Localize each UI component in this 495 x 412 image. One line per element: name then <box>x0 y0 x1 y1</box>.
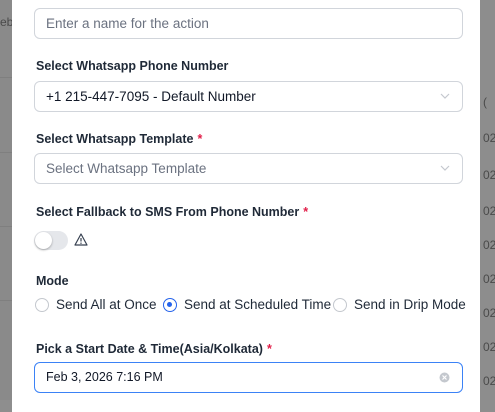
background-divider <box>0 152 12 153</box>
action-modal: Enter a name for the action Select Whats… <box>12 0 480 412</box>
background-text-fragment: 02 <box>483 272 495 286</box>
fallback-label: Select Fallback to SMS From Phone Number… <box>36 205 308 219</box>
start-datetime-label-text: Pick a Start Date & Time(Asia/Kolkata) <box>36 342 263 356</box>
background-text-fragment: 02 <box>483 168 495 182</box>
required-asterisk: * <box>197 132 203 146</box>
warning-triangle-icon[interactable] <box>74 233 88 246</box>
template-select[interactable]: Select Whatsapp Template <box>34 153 463 184</box>
background-text-fragment: 02 <box>483 340 495 354</box>
background-text-fragment: ( <box>483 95 487 109</box>
template-label: Select Whatsapp Template * <box>36 132 202 146</box>
phone-number-value: +1 215-447-7095 - Default Number <box>46 89 256 104</box>
mode-label-text: Mode <box>36 274 69 288</box>
background-divider <box>0 300 12 301</box>
background-text-fragment: 02 <box>483 131 495 145</box>
phone-number-label: Select Whatsapp Phone Number <box>36 59 228 73</box>
radio-circle <box>333 298 347 312</box>
phone-number-label-text: Select Whatsapp Phone Number <box>36 59 229 73</box>
background-page-left: eb <box>0 0 13 400</box>
toggle-knob <box>35 232 52 249</box>
background-text-fragment: 02 <box>483 238 495 252</box>
action-name-input[interactable]: Enter a name for the action <box>34 8 463 39</box>
clear-icon[interactable] <box>439 372 450 383</box>
required-asterisk: * <box>266 342 272 356</box>
mode-label: Mode <box>36 274 69 288</box>
start-datetime-picker[interactable]: Feb 3, 2026 7:16 PM <box>34 362 463 393</box>
background-divider <box>0 77 12 78</box>
template-placeholder: Select Whatsapp Template <box>46 161 207 176</box>
radio-label: Send All at Once <box>56 297 157 312</box>
chevron-down-icon <box>440 93 450 99</box>
start-datetime-value: Feb 3, 2026 7:16 PM <box>46 370 163 384</box>
fallback-label-text: Select Fallback to SMS From Phone Number <box>36 205 300 219</box>
background-text-fragment: 02 <box>483 204 495 218</box>
fallback-toggle[interactable] <box>34 231 68 250</box>
chevron-down-icon <box>440 165 450 171</box>
background-text-fragment: 02 <box>483 374 495 388</box>
radio-circle <box>35 298 49 312</box>
phone-number-select[interactable]: +1 215-447-7095 - Default Number <box>34 81 463 112</box>
background-page-right: ( 02 02 02 02 02 02 02 02 <box>480 0 495 400</box>
action-name-placeholder: Enter a name for the action <box>46 16 209 31</box>
radio-label: Send in Drip Mode <box>354 297 466 312</box>
start-datetime-label: Pick a Start Date & Time(Asia/Kolkata) * <box>36 342 272 356</box>
background-text-fragment: 02 <box>483 306 495 320</box>
radio-label: Send at Scheduled Time <box>184 297 332 312</box>
required-asterisk: * <box>303 205 309 219</box>
radio-circle-checked <box>163 298 177 312</box>
template-label-text: Select Whatsapp Template <box>36 132 194 146</box>
background-divider <box>0 226 12 227</box>
